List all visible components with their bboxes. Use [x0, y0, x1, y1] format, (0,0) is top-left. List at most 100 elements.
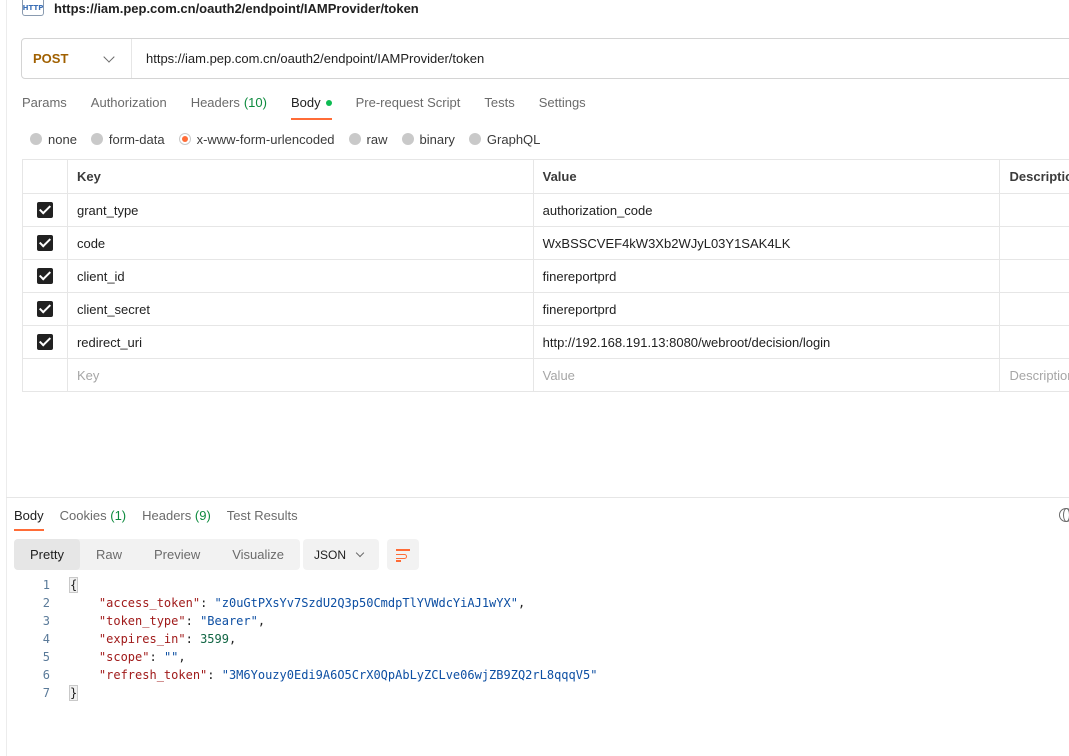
globe-icon[interactable]	[1059, 508, 1069, 522]
tab-params[interactable]: Params	[22, 92, 67, 120]
table-row: code WxBSSCVEF4kW3Xb2WJyL03Y1SAK4LK	[22, 226, 1069, 260]
radio-label: x-www-form-urlencoded	[196, 131, 335, 147]
json-comma: ,	[257, 614, 266, 628]
mode-preview[interactable]: Preview	[138, 539, 216, 570]
row-description[interactable]	[999, 226, 1069, 260]
row-value[interactable]: http://192.168.191.13:8080/webroot/decis…	[532, 325, 1001, 359]
response-tabs: Body Cookies (1) Headers (9) Test Result…	[14, 506, 314, 531]
checkbox-header	[22, 159, 68, 194]
checkbox-checked-icon[interactable]	[36, 235, 53, 252]
row-checkbox-cell	[22, 292, 68, 326]
new-key-input[interactable]: Key	[66, 358, 534, 392]
radio-label: raw	[366, 131, 388, 147]
tab-tests[interactable]: Tests	[484, 92, 514, 120]
checkbox-checked-icon[interactable]	[36, 202, 53, 219]
resp-tab-body[interactable]: Body	[14, 506, 44, 531]
wrap-lines-button[interactable]	[387, 539, 419, 570]
json-key: "access_token"	[98, 596, 201, 610]
mode-pretty[interactable]: Pretty	[14, 539, 80, 570]
line-number: 7	[42, 686, 50, 700]
row-key[interactable]: redirect_uri	[66, 325, 534, 359]
tab-label: Pre-request Script	[355, 95, 461, 110]
request-tabs: Params Authorization Headers (10) Body Pr…	[22, 92, 610, 120]
json-key: "expires_in"	[98, 632, 186, 646]
radio-form-data[interactable]: form-data	[90, 132, 165, 147]
tab-count: (1)	[110, 508, 127, 523]
new-value-input[interactable]: Value	[532, 358, 1001, 392]
table-row: client_id finereportprd	[22, 259, 1069, 293]
tab-label: Headers	[142, 508, 192, 523]
url-input[interactable]	[132, 39, 1032, 78]
row-description[interactable]	[999, 325, 1069, 359]
radio-icon	[30, 133, 42, 145]
radio-none[interactable]: none	[30, 132, 77, 147]
page-title[interactable]: https://iam.pep.com.cn/oauth2/endpoint/I…	[54, 1, 419, 16]
code-line: 2 "access_token": "z0uGtPXsYv7SzdU2Q3p50…	[14, 594, 597, 612]
line-number: 3	[42, 614, 50, 628]
table-row: redirect_uri http://192.168.191.13:8080/…	[22, 325, 1069, 359]
body-type-options: none form-data x-www-form-urlencoded raw…	[30, 130, 554, 148]
tab-pre-request-script[interactable]: Pre-request Script	[356, 92, 461, 120]
row-value[interactable]: authorization_code	[532, 193, 1001, 227]
key-header: Key	[66, 159, 534, 194]
response-body[interactable]: 1 { 2 "access_token": "z0uGtPXsYv7SzdU2Q…	[14, 576, 597, 702]
row-key[interactable]: client_id	[66, 259, 534, 293]
description-header: Description	[999, 159, 1069, 194]
row-checkbox-cell	[22, 259, 68, 293]
table-row: client_secret finereportprd	[22, 292, 1069, 326]
radio-binary[interactable]: binary	[401, 131, 455, 147]
row-key[interactable]: grant_type	[66, 193, 534, 227]
tab-body[interactable]: Body	[290, 92, 332, 120]
tab-label: Test Results	[226, 508, 298, 523]
checkbox-checked-icon[interactable]	[36, 268, 53, 285]
tab-settings[interactable]: Settings	[539, 92, 586, 120]
radio-graphql[interactable]: GraphQL	[468, 132, 540, 147]
code-line: 6 "refresh_token": "3M6Youzy0Edi9A6O5CrX…	[14, 666, 598, 684]
radio-icon	[401, 133, 414, 145]
line-number: 5	[42, 650, 50, 664]
pane-divider[interactable]	[6, 497, 1069, 498]
body-params-table: Key Value Description grant_type authori…	[22, 159, 1069, 392]
tab-label: Body	[290, 95, 321, 110]
radio-raw[interactable]: raw	[348, 131, 388, 147]
tab-label: Body	[14, 508, 44, 523]
row-key[interactable]: code	[66, 226, 534, 260]
json-comma: ,	[178, 650, 186, 664]
tab-label: Tests	[484, 95, 515, 110]
mode-visualize[interactable]: Visualize	[216, 539, 300, 570]
row-checkbox-cell	[22, 193, 68, 227]
row-description[interactable]	[999, 292, 1069, 326]
open-brace: {	[68, 577, 79, 593]
table-header-row: Key Value Description	[22, 159, 1069, 194]
tab-headers[interactable]: Headers (10)	[191, 92, 267, 120]
row-value[interactable]: WxBSSCVEF4kW3Xb2WJyL03Y1SAK4LK	[532, 226, 1001, 260]
resp-tab-headers[interactable]: Headers (9)	[142, 506, 211, 531]
resp-tab-test-results[interactable]: Test Results	[227, 506, 298, 531]
tab-authorization[interactable]: Authorization	[91, 92, 167, 120]
view-mode-switcher: Pretty Raw Preview Visualize	[14, 539, 301, 570]
radio-label: binary	[419, 131, 455, 147]
row-description[interactable]	[999, 259, 1069, 293]
json-value: ""	[163, 650, 179, 664]
row-description[interactable]	[999, 193, 1069, 227]
row-key[interactable]: client_secret	[66, 292, 534, 326]
resp-tab-cookies[interactable]: Cookies (1)	[60, 506, 126, 531]
json-key: "token_type"	[98, 614, 186, 628]
tab-label: Settings	[538, 95, 586, 110]
radio-x-www-form-urlencoded[interactable]: x-www-form-urlencoded	[178, 131, 335, 147]
new-description-input[interactable]: Description	[999, 358, 1069, 392]
wrap-icon	[396, 554, 407, 559]
tab-count: (9)	[194, 508, 211, 523]
http-icon: HTTP	[22, 0, 44, 16]
format-select[interactable]: JSON	[303, 539, 379, 570]
url-bar: POST	[21, 38, 1069, 79]
left-panel-border	[6, 0, 7, 756]
radio-icon	[468, 133, 481, 145]
checkbox-checked-icon[interactable]	[36, 301, 53, 318]
chevron-down-icon	[355, 548, 365, 558]
row-value[interactable]: finereportprd	[532, 259, 1001, 293]
mode-raw[interactable]: Raw	[80, 539, 138, 570]
method-select[interactable]: POST	[22, 39, 132, 78]
row-value[interactable]: finereportprd	[532, 292, 1001, 326]
checkbox-checked-icon[interactable]	[36, 334, 53, 351]
